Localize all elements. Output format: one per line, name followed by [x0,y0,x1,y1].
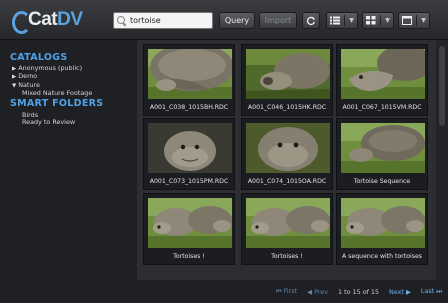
page-range-text: 1 to 15 of 15 [338,287,380,296]
top-toolbar: CatDV Query Import ▼ ▼ [0,0,448,40]
chevron-down-icon: ▼ [421,17,426,24]
query-label: Query [224,16,250,25]
query-button[interactable]: Query [219,12,255,29]
clip-tile[interactable]: Tortoises ! [241,193,333,265]
clip-caption: A sequence with tortoises [341,253,423,260]
clip-thumbnail[interactable] [341,49,425,99]
smart-folders-heading: SMART FOLDERS [10,97,104,109]
clip-caption: A001_C046_1015HK.RDC [247,104,327,111]
collapse-triangle-icon[interactable]: ▼ [12,83,16,89]
clip-caption: A001_C074_1015OA.RDC [247,178,327,185]
clip-caption: A001_C067_1015VM.RDC [342,104,422,111]
search-box[interactable] [113,12,213,29]
catalog-item-mixed-nature-footage[interactable]: Mixed Nature Footage [0,89,137,97]
import-label: Import [264,16,292,25]
clip-tile[interactable]: A001_C046_1015HK.RDC [241,44,333,116]
logo-prefix: Cat [28,9,58,30]
next-page-button[interactable]: Next ▶ [389,288,411,296]
smart-folder-ready-to-review[interactable]: Ready to Review [0,118,137,126]
catalogs-heading: CATALOGS [10,52,68,63]
scrollbar[interactable] [436,40,448,291]
clip-tile[interactable]: A001_C067_1015VM.RDC [336,44,428,116]
refresh-icon [306,16,316,25]
refresh-button[interactable] [302,12,320,29]
clip-thumbnail[interactable] [148,49,232,99]
grid-view-icon [366,16,376,25]
scrollbar-thumb[interactable] [439,46,445,126]
clip-caption: A001_C038_1015BH.RDC [149,104,229,111]
chevron-down-icon: ▼ [349,17,354,24]
panel-icon [402,16,413,25]
expand-triangle-icon[interactable]: ▶ [12,74,16,80]
clip-caption: Tortoises ! [271,253,303,260]
clip-tile[interactable]: A001_C074_1015OA.RDC [241,118,333,190]
clip-thumbnail[interactable] [341,198,425,248]
clip-tile[interactable]: A001_C038_1015BH.RDC [143,44,235,116]
clip-thumbnail[interactable] [246,123,330,173]
clip-thumbnail[interactable] [148,123,232,173]
logo-suffix: DV [57,9,83,30]
clip-tile[interactable]: Tortoise Sequence [336,118,428,190]
clip-thumbnail[interactable] [341,123,425,173]
prev-page-button[interactable]: ◀ Prev [307,288,328,296]
first-page-button[interactable]: ⏮ First [276,287,297,296]
search-icon [117,16,126,25]
last-page-button[interactable]: Last ⏭ [421,287,442,296]
clip-thumbnail[interactable] [246,198,330,248]
grid-view-button[interactable]: ▼ [362,12,394,29]
chevron-down-icon: ▼ [385,17,390,24]
expand-triangle-icon[interactable]: ▶ [12,66,16,72]
pager: ⏮ First ◀ Prev 1 to 15 of 15 Next ▶ Last… [137,280,448,303]
clip-caption: Tortoises ! [173,253,205,260]
clip-caption: Tortoise Sequence [353,178,411,185]
list-view-button[interactable]: ▼ [326,12,358,29]
catdv-logo-mark-icon [10,10,31,34]
list-view-icon [330,16,341,25]
import-button[interactable]: Import [259,12,297,29]
clip-thumbnail[interactable] [148,198,232,248]
panel-layout-button[interactable]: ▼ [398,12,430,29]
sidebar: CATALOGS ▶ Anonymous (public) ▶ Demo ▼ Natu… [0,40,137,303]
catdv-logo: CatDV [10,8,83,34]
clip-tile[interactable]: Tortoises ! [143,193,235,265]
search-input[interactable] [130,16,210,25]
clip-tile[interactable]: A001_C073_1015PM.RDC [143,118,235,190]
clip-thumbnail[interactable] [246,49,330,99]
clip-caption: A001_C073_1015PM.RDC [149,178,229,185]
clip-tile[interactable]: A sequence with tortoises [336,193,428,265]
